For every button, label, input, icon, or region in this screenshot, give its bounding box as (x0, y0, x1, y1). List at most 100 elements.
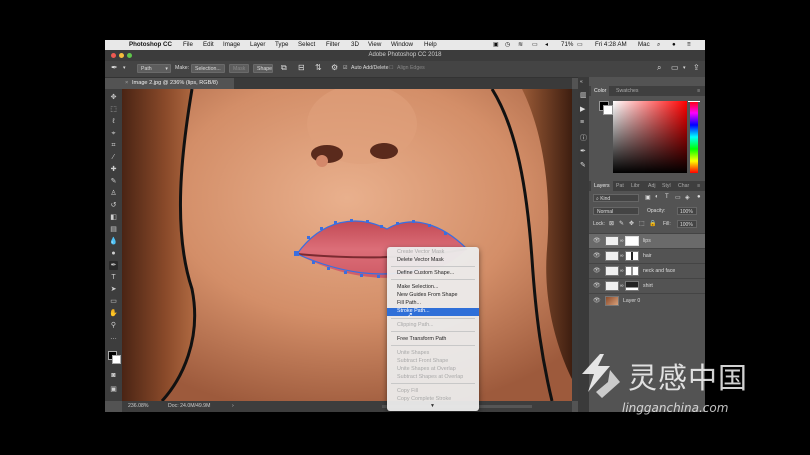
pen-tool-icon[interactable]: ✒ (109, 261, 118, 270)
visibility-eye-icon[interactable]: 👁 (593, 237, 601, 244)
lock-image-icon[interactable]: ✎ (619, 220, 624, 227)
siri-icon[interactable]: ● (672, 41, 676, 48)
time-machine-icon[interactable]: ◷ (505, 41, 510, 48)
collapse-panels-icon[interactable]: « (580, 79, 583, 85)
battery-percent[interactable]: 71% (561, 41, 573, 48)
menu-item-free-transform-path[interactable]: Free Transform Path (397, 336, 446, 342)
document-canvas[interactable] (122, 89, 572, 401)
hand-tool-icon[interactable]: ✋ (109, 309, 118, 318)
tab-swatches[interactable]: Swatches (616, 86, 639, 96)
search-icon[interactable]: ⌕ (657, 63, 661, 73)
menu-item-copy-complete-stroke[interactable]: Copy Complete Stroke (397, 396, 451, 402)
spotlight-icon[interactable]: ⌕ (657, 41, 660, 49)
menu-item-stroke-path[interactable]: Stroke Path... (397, 308, 430, 314)
actions-panel-icon[interactable]: ▶ (580, 105, 585, 113)
menu-edit[interactable]: Edit (203, 41, 214, 48)
wifi-icon[interactable]: ≋ (518, 41, 523, 48)
layer-mask-thumbnail[interactable] (625, 251, 639, 261)
app-menu[interactable]: Photoshop CC (129, 41, 172, 48)
tab-styles[interactable]: Styl (662, 181, 671, 191)
layer-row-neck-and-face[interactable]: 👁 ∞ neck and face (589, 263, 705, 278)
menu-item-subtract-front-shape[interactable]: Subtract Front Shape (397, 358, 448, 364)
align-edges-checkbox[interactable]: ☐ (389, 65, 394, 71)
fill-input[interactable]: 100% (677, 220, 697, 228)
menu-select[interactable]: Select (298, 41, 315, 48)
visibility-eye-icon[interactable]: 👁 (593, 282, 601, 289)
blend-mode-dropdown[interactable]: Normal (593, 207, 639, 215)
status-chevron-icon[interactable]: › (232, 401, 234, 412)
more-tools-icon[interactable]: … (109, 333, 118, 342)
menu-item-create-vector-mask[interactable]: Create Vector Mask (397, 249, 444, 255)
visibility-eye-icon[interactable]: 👁 (593, 297, 601, 304)
clone-stamp-tool-icon[interactable]: ♙ (109, 189, 118, 198)
background-color-swatch[interactable] (112, 355, 121, 364)
tab-layers[interactable]: Layers (591, 181, 613, 191)
panel-menu-icon[interactable]: ≡ (697, 181, 700, 191)
close-tab-icon[interactable]: × (125, 78, 128, 89)
tool-preset-chevron-icon[interactable]: ▾ (123, 65, 126, 71)
filter-adjustment-icon[interactable]: ◐ (655, 194, 659, 200)
path-selection-tool-icon[interactable]: ➤ (109, 285, 118, 294)
dodge-tool-icon[interactable]: ● (109, 249, 118, 258)
menu-layer[interactable]: Layer (250, 41, 265, 48)
menu-item-define-custom-shape[interactable]: Define Custom Shape... (397, 270, 454, 276)
lock-position-icon[interactable]: ✥ (629, 220, 634, 227)
opacity-input[interactable]: 100% (677, 207, 697, 215)
make-mask-button[interactable]: Mask (229, 64, 249, 73)
hue-slider[interactable] (690, 101, 698, 173)
user-name[interactable]: Mac (638, 41, 650, 48)
menu-item-new-guides-from-shape[interactable]: New Guides From Shape (397, 292, 458, 298)
tab-paths[interactable]: Pat (616, 181, 624, 191)
menu-view[interactable]: View (368, 41, 381, 48)
filter-type-icon[interactable]: T (665, 194, 669, 200)
properties-panel-icon[interactable]: ≡ (580, 119, 584, 126)
gear-icon[interactable]: ⚙ (331, 63, 338, 72)
hue-slider-marker[interactable] (688, 101, 700, 102)
layer-mask-thumbnail[interactable] (625, 281, 639, 291)
paths-panel-icon[interactable]: ✒ (580, 147, 586, 155)
path-operations-icon[interactable]: ⧉ (281, 63, 287, 73)
tab-adjustments[interactable]: Adj (648, 181, 656, 191)
lock-transparent-icon[interactable]: ⊠ (609, 220, 614, 227)
auto-add-delete-checkbox[interactable]: ☑ (343, 65, 348, 71)
crop-tool-icon[interactable]: ⌗ (109, 141, 118, 150)
menu-type[interactable]: Type (275, 41, 288, 48)
filter-toggle[interactable]: ● (697, 194, 701, 200)
tab-color[interactable]: Color (591, 86, 610, 96)
visibility-eye-icon[interactable]: 👁 (593, 267, 601, 274)
type-tool-icon[interactable]: T (109, 273, 118, 282)
menu-item-clipping-path[interactable]: Clipping Path... (397, 322, 434, 328)
brush-tool-icon[interactable]: ✎ (109, 177, 118, 186)
blur-tool-icon[interactable]: 💧 (109, 237, 118, 246)
make-shape-button[interactable]: Shape (253, 64, 273, 73)
history-panel-icon[interactable]: ▥ (580, 91, 587, 99)
layer-filter-dropdown[interactable]: ⌕ Kind (593, 194, 639, 202)
layer-row-shirt[interactable]: 👁 ∞ shirt (589, 278, 705, 293)
quick-select-tool-icon[interactable]: ⌖ (109, 129, 118, 138)
document-tab[interactable]: × Image 2.jpg @ 236% (lips, RGB/8) (122, 78, 234, 89)
tab-libraries[interactable]: Libr (631, 181, 640, 191)
color-field[interactable] (613, 101, 687, 173)
workspace-chevron-icon[interactable]: ▾ (683, 65, 686, 71)
move-tool-icon[interactable]: ✥ (109, 93, 118, 102)
gradient-tool-icon[interactable]: ▤ (109, 225, 118, 234)
menu-file[interactable]: File (183, 41, 193, 48)
history-brush-tool-icon[interactable]: ↺ (109, 201, 118, 210)
info-panel-icon[interactable]: ⓘ (580, 133, 587, 143)
path-alignment-icon[interactable]: ⊟ (298, 63, 305, 72)
layer-row-layer-0[interactable]: 👁 Layer 0 (589, 293, 705, 308)
filter-smart-object-icon[interactable]: ◈ (685, 194, 690, 201)
workspace-icon[interactable]: ▭ (671, 63, 679, 72)
layer-mask-thumbnail[interactable] (625, 266, 639, 276)
zoom-level[interactable]: 236.08% (128, 401, 148, 412)
path-arrangement-icon[interactable]: ⇅ (315, 63, 322, 72)
menu-filter[interactable]: Filter (326, 41, 340, 48)
eraser-tool-icon[interactable]: ◧ (109, 213, 118, 222)
layer-row-lips[interactable]: 👁 ∞ lips (589, 233, 705, 248)
lasso-tool-icon[interactable]: ℓ (109, 117, 118, 126)
volume-icon[interactable]: ◂ (545, 41, 548, 48)
screen-record-icon[interactable]: ▣ (493, 41, 499, 48)
menu-item-make-selection[interactable]: Make Selection... (397, 284, 438, 290)
panel-menu-icon[interactable]: ≡ (697, 86, 700, 96)
menu-help[interactable]: Help (424, 41, 437, 48)
